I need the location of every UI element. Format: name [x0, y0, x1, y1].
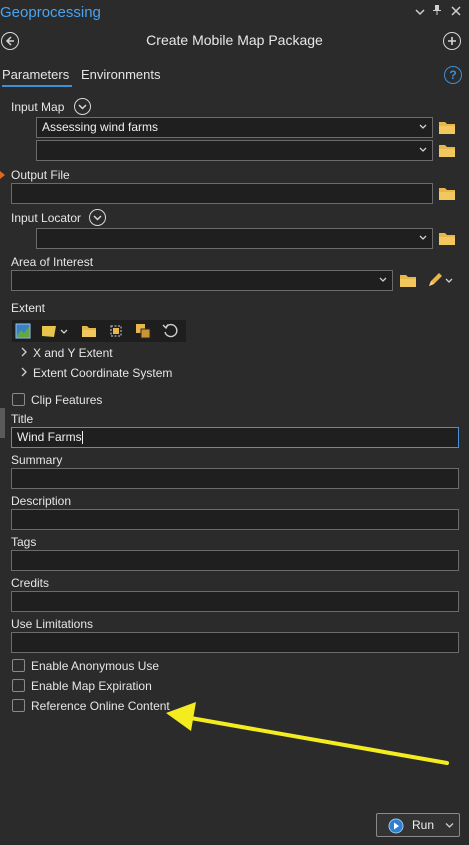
chevron-down-icon	[379, 277, 387, 282]
folder-icon[interactable]	[438, 143, 456, 158]
title-input[interactable]: Wind Farms	[11, 427, 459, 448]
reference-online-checkbox[interactable]	[12, 699, 25, 712]
browse-folder-icon[interactable]	[81, 323, 97, 339]
tab-parameters[interactable]: Parameters	[2, 67, 69, 82]
use-limitations-input[interactable]	[11, 632, 459, 653]
tab-environments[interactable]: Environments	[81, 67, 160, 82]
tool-title: Create Mobile Map Package	[146, 32, 323, 48]
chevron-down-icon	[419, 147, 427, 152]
input-map-select[interactable]: Assessing wind farms	[36, 117, 433, 138]
pane-title: Geoprocessing	[0, 4, 101, 21]
input-locator-label: Input Locator	[11, 211, 82, 225]
output-file-label: Output File	[11, 168, 70, 182]
text-cursor	[81, 431, 83, 445]
chevron-down-icon	[419, 124, 427, 129]
extent-label: Extent	[11, 301, 46, 315]
input-locator-select[interactable]	[36, 228, 433, 249]
close-icon[interactable]	[449, 4, 463, 20]
pane-options-icon[interactable]	[413, 4, 427, 20]
coord-system-label: Extent Coordinate System	[33, 366, 173, 380]
select-extent-icon[interactable]	[108, 323, 124, 339]
area-of-interest-select[interactable]	[11, 270, 393, 291]
title-label: Title	[11, 412, 34, 426]
description-input[interactable]	[11, 509, 459, 530]
clip-features-checkbox[interactable]	[12, 393, 25, 406]
xy-extent-label: X and Y Extent	[33, 346, 113, 360]
clip-features-label: Clip Features	[31, 393, 103, 407]
help-icon[interactable]: ?	[444, 66, 462, 84]
chevron-down-icon[interactable]	[74, 98, 91, 115]
chevron-right-icon	[21, 367, 27, 377]
enable-expiration-label: Enable Map Expiration	[31, 679, 152, 693]
credits-input[interactable]	[11, 591, 459, 612]
copy-extent-icon[interactable]	[135, 323, 151, 339]
reference-online-label: Reference Online Content	[31, 699, 170, 713]
pencil-icon[interactable]	[427, 272, 455, 288]
input-map-select-2[interactable]	[36, 140, 433, 161]
tags-input[interactable]	[11, 550, 459, 571]
description-label: Description	[11, 494, 72, 508]
pin-icon[interactable]	[430, 4, 444, 20]
input-map-value: Assessing wind farms	[42, 120, 159, 134]
enable-anonymous-label: Enable Anonymous Use	[31, 659, 160, 673]
chevron-down-icon	[419, 235, 427, 240]
area-of-interest-label: Area of Interest	[11, 255, 94, 269]
credits-label: Credits	[11, 576, 50, 590]
output-file-input[interactable]	[11, 183, 433, 204]
enable-anonymous-checkbox[interactable]	[12, 659, 25, 672]
active-tab-indicator	[2, 85, 72, 87]
folder-icon[interactable]	[438, 120, 456, 135]
tags-label: Tags	[11, 535, 37, 549]
chevron-down-icon[interactable]	[445, 822, 454, 829]
xy-extent-expander[interactable]: X and Y Extent	[20, 346, 113, 360]
enable-expiration-checkbox[interactable]	[12, 679, 25, 692]
input-map-label: Input Map	[11, 100, 65, 114]
folder-icon[interactable]	[399, 273, 417, 288]
folder-icon[interactable]	[438, 186, 456, 201]
summary-input[interactable]	[11, 468, 459, 489]
required-marker	[0, 171, 5, 179]
reset-icon[interactable]	[162, 323, 178, 339]
extent-toolbar	[12, 320, 186, 342]
add-icon[interactable]	[443, 32, 461, 50]
chevron-right-icon	[21, 347, 27, 357]
side-grip	[0, 408, 5, 438]
map-extent-icon[interactable]	[15, 323, 31, 339]
summary-label: Summary	[11, 453, 63, 467]
folder-icon[interactable]	[438, 231, 456, 246]
coord-system-expander[interactable]: Extent Coordinate System	[20, 366, 172, 380]
chevron-down-icon[interactable]	[89, 209, 106, 226]
run-button[interactable]: Run	[376, 813, 460, 837]
title-value: Wind Farms	[17, 430, 82, 444]
run-label: Run	[412, 818, 435, 832]
layer-extent-icon[interactable]	[40, 323, 70, 339]
use-limitations-label: Use Limitations	[11, 617, 94, 631]
run-icon	[388, 818, 404, 834]
